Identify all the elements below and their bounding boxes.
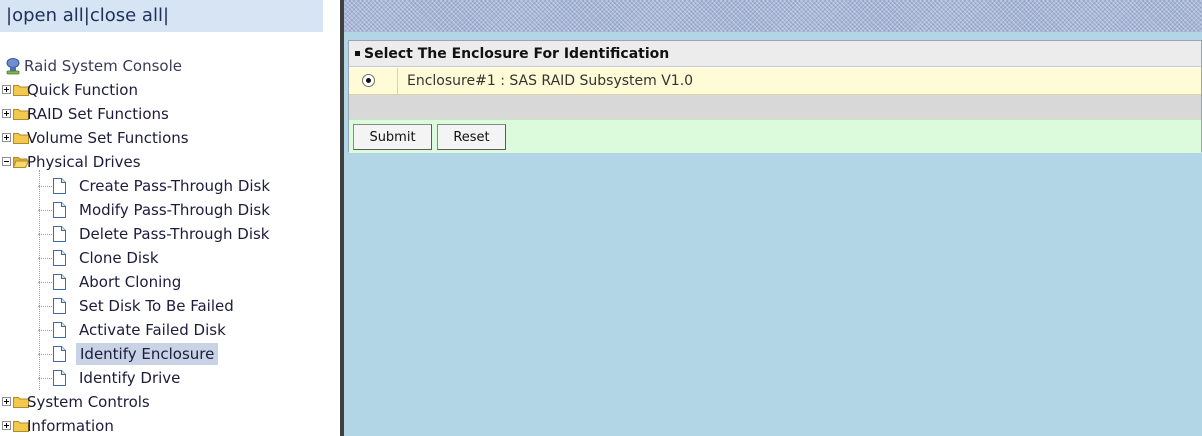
form-title-text: Select The Enclosure For Identification (364, 46, 670, 62)
tree-root-label[interactable]: Raid System Console (24, 54, 182, 78)
tree-folder-label[interactable]: Physical Drives (27, 150, 141, 174)
tree-connector (38, 378, 52, 379)
tree-folder-raid-set-functions[interactable]: RAID Set Functions (0, 102, 340, 126)
document-icon (53, 274, 66, 290)
tree-connector (38, 282, 52, 283)
tree-item-set-disk-to-be-failed[interactable]: Set Disk To Be Failed (0, 294, 340, 318)
document-icon (53, 346, 66, 362)
physical-drives-children: Create Pass-Through Disk Modify Pass-Thr… (0, 170, 340, 390)
document-icon (53, 226, 66, 242)
document-icon (53, 322, 66, 338)
tree-item-label[interactable]: Clone Disk (79, 246, 159, 270)
enclosure-label: Enclosure#1 : SAS RAID Subsystem V1.0 (407, 73, 694, 89)
enclosure-selection-form: Select The Enclosure For Identification … (348, 40, 1202, 153)
navigation-frame: |open all|close all| Raid System Console… (0, 0, 340, 436)
tree-item-label[interactable]: Identify Drive (79, 366, 180, 390)
tree-item-label[interactable]: Modify Pass-Through Disk (79, 198, 270, 222)
document-icon (53, 202, 66, 218)
document-icon (53, 298, 66, 314)
expand-icon[interactable] (2, 421, 11, 430)
tree-folder-label[interactable]: Information (27, 414, 114, 436)
tree-connector (38, 210, 52, 211)
submit-button[interactable]: Submit (353, 124, 432, 150)
tree-item-label[interactable]: Delete Pass-Through Disk (79, 222, 270, 246)
tree-folder-quick-function[interactable]: Quick Function (0, 78, 340, 102)
tree-item-label[interactable]: Set Disk To Be Failed (79, 294, 234, 318)
expand-icon[interactable] (2, 85, 11, 94)
tree-connector (38, 354, 52, 355)
tree-connector (38, 234, 52, 235)
tree-root[interactable]: Raid System Console (0, 54, 340, 78)
tree-connector (38, 186, 52, 187)
tree-item-label[interactable]: Identify Enclosure (76, 343, 219, 365)
tree-item-clone-disk[interactable]: Clone Disk (0, 246, 340, 270)
header-pattern-strip (344, 0, 1202, 32)
tree-item-label[interactable]: Activate Failed Disk (79, 318, 226, 342)
expand-icon[interactable] (2, 397, 11, 406)
enclosure-radio-cell (349, 68, 398, 94)
form-title: Select The Enclosure For Identification (349, 41, 1201, 67)
content-frame: Select The Enclosure For Identification … (344, 0, 1202, 436)
tree-item-label[interactable]: Abort Cloning (79, 270, 181, 294)
tree-folder-physical-drives[interactable]: Physical Drives (0, 150, 340, 174)
tree-toolbar: |open all|close all| (0, 0, 323, 32)
document-icon (53, 370, 66, 386)
tree-item-identify-drive[interactable]: Identify Drive (0, 366, 340, 390)
navigation-tree: Raid System Console Quick Function RAID … (0, 54, 340, 436)
tree-item-identify-enclosure[interactable]: Identify Enclosure (0, 342, 340, 366)
computer-icon (6, 58, 20, 75)
tree-folder-label[interactable]: RAID Set Functions (27, 102, 169, 126)
expand-icon[interactable] (2, 133, 11, 142)
form-spacer-row (349, 95, 1201, 119)
close-all-link[interactable]: close all (90, 5, 163, 26)
document-icon (53, 178, 66, 194)
tree-folder-label[interactable]: System Controls (27, 390, 150, 414)
tree-folder-label[interactable]: Volume Set Functions (27, 126, 189, 150)
tree-item-label[interactable]: Create Pass-Through Disk (79, 174, 270, 198)
tree-connector (38, 258, 52, 259)
tree-folder-system-controls[interactable]: System Controls (0, 390, 340, 414)
form-button-row: Submit Reset (349, 119, 1201, 153)
tree-item-abort-cloning[interactable]: Abort Cloning (0, 270, 340, 294)
tree-folder-label[interactable]: Quick Function (27, 78, 138, 102)
tree-connector (38, 306, 52, 307)
tree-folder-information[interactable]: Information (0, 414, 340, 436)
expand-icon[interactable] (2, 109, 11, 118)
radio-selected-dot (366, 78, 371, 83)
enclosure-option-row[interactable]: Enclosure#1 : SAS RAID Subsystem V1.0 (349, 68, 1201, 95)
tree-item-delete-pass-through-disk[interactable]: Delete Pass-Through Disk (0, 222, 340, 246)
document-icon (53, 250, 66, 266)
collapse-icon[interactable] (2, 157, 11, 166)
tree-item-modify-pass-through-disk[interactable]: Modify Pass-Through Disk (0, 198, 340, 222)
tree-item-create-pass-through-disk[interactable]: Create Pass-Through Disk (0, 174, 340, 198)
toolbar-separator: | (162, 5, 170, 26)
reset-button[interactable]: Reset (437, 124, 506, 150)
tree-item-activate-failed-disk[interactable]: Activate Failed Disk (0, 318, 340, 342)
open-all-link[interactable]: open all (12, 5, 84, 26)
bullet-icon (355, 50, 360, 56)
tree-folder-volume-set-functions[interactable]: Volume Set Functions (0, 126, 340, 150)
enclosure-radio[interactable] (362, 74, 375, 87)
tree-connector (38, 330, 52, 331)
